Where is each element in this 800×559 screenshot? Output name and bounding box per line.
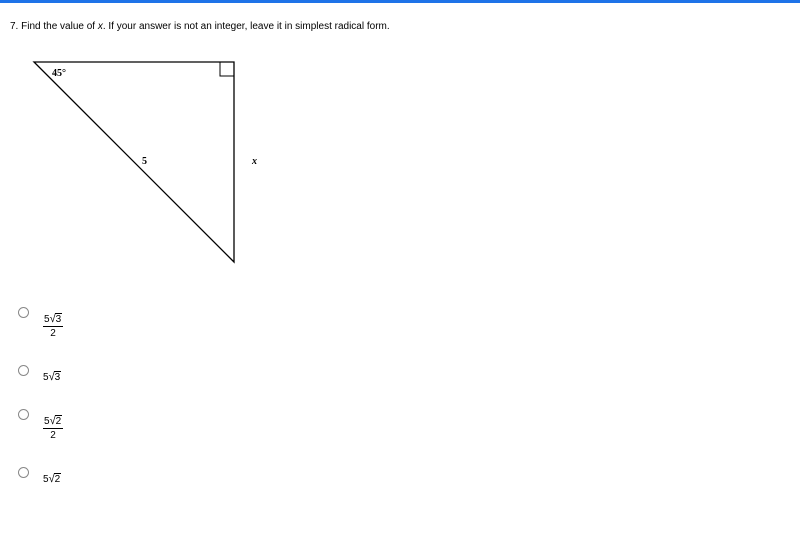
question-text-part1: Find the value of <box>21 21 98 32</box>
radio-d[interactable] <box>18 467 29 478</box>
option-d[interactable]: 5√2 <box>18 467 790 485</box>
option-c[interactable]: 5√2 2 <box>18 409 790 441</box>
hypotenuse-label: 5 <box>142 156 147 167</box>
option-c-label: 5√2 2 <box>43 415 63 441</box>
radio-c[interactable] <box>18 409 29 420</box>
angle-label: 45° <box>52 68 66 79</box>
question-number: 7. <box>10 21 18 32</box>
option-d-label: 5√2 <box>43 473 61 485</box>
side-x-label: x <box>251 156 257 167</box>
radio-b[interactable] <box>18 365 29 376</box>
question-text-part2: . If your answer is not an integer, leav… <box>103 21 390 32</box>
triangle-svg: 45° 5 x <box>24 52 264 272</box>
opt-a-denom: 2 <box>50 327 56 339</box>
opt-c-denom: 2 <box>50 429 56 441</box>
answer-options: 5√3 2 5√3 5√2 2 <box>18 307 790 485</box>
question-content: 7. Find the value of x . If your answer i… <box>0 3 800 521</box>
triangle-diagram: 45° 5 x <box>24 52 790 277</box>
option-b-label: 5√3 <box>43 371 61 383</box>
option-a[interactable]: 5√3 2 <box>18 307 790 339</box>
radio-a[interactable] <box>18 307 29 318</box>
option-a-label: 5√3 2 <box>43 313 63 339</box>
option-b[interactable]: 5√3 <box>18 365 790 383</box>
question-prompt: 7. Find the value of x. If your answer i… <box>10 21 790 32</box>
